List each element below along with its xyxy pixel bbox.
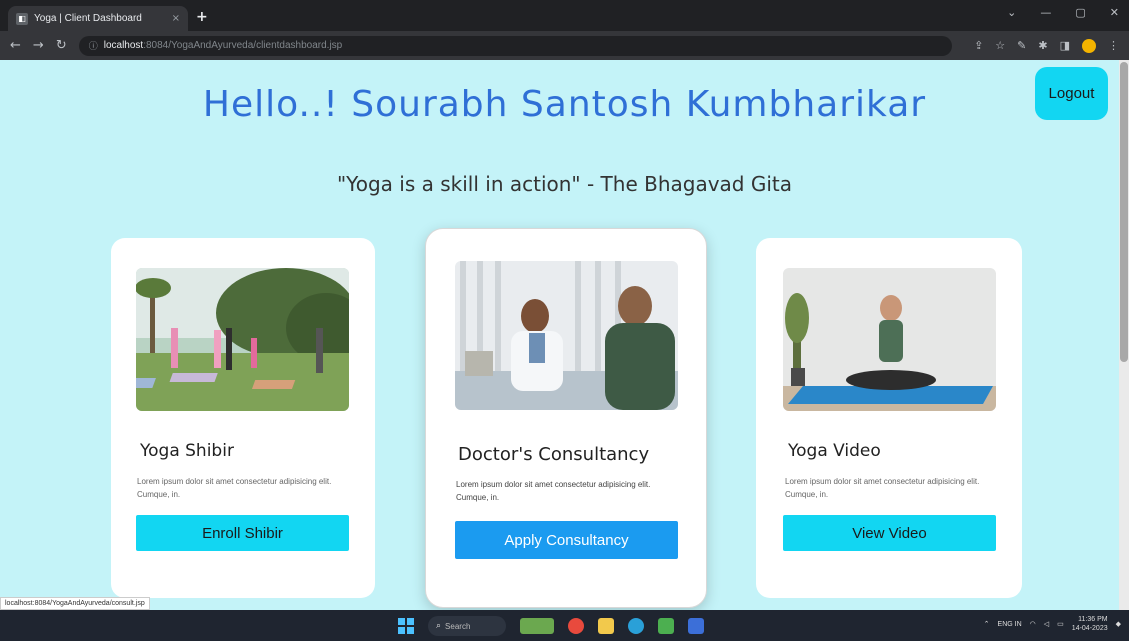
- browser-tab-bar: ◧ Yoga | Client Dashboard × + ⌄ — ▢ ✕: [0, 0, 1129, 31]
- maximize-icon[interactable]: ▢: [1075, 6, 1085, 19]
- reload-icon[interactable]: ↻: [56, 38, 67, 53]
- taskbar-apps: ⌕ Search: [398, 616, 704, 636]
- doctor-consultancy-image: [455, 261, 678, 410]
- card-description: Lorem ipsum dolor sit amet consectetur a…: [785, 477, 980, 499]
- puzzle-extension-icon[interactable]: ✱: [1038, 39, 1047, 52]
- url-host: localhost: [103, 40, 144, 51]
- url-path: :8084/YogaAndAyurveda/clientdashboard.js…: [143, 40, 343, 51]
- quote-text: "Yoga is a skill in action" - The Bhagav…: [336, 172, 793, 196]
- search-icon: ⌕: [436, 621, 442, 631]
- windows-start-icon[interactable]: [398, 618, 414, 634]
- favicon-icon: ◧: [16, 12, 28, 25]
- sidepanel-icon[interactable]: ◨: [1060, 39, 1070, 52]
- card-title: Yoga Shibir: [140, 441, 234, 461]
- battery-icon[interactable]: ▭: [1057, 620, 1064, 628]
- tab-search-icon[interactable]: ⌄: [1007, 6, 1016, 19]
- link-status-url: localhost:8084/YogaAndAyurveda/consult.j…: [0, 597, 150, 610]
- widget-app-icon[interactable]: [520, 618, 554, 634]
- apply-consultancy-button[interactable]: Apply Consultancy: [455, 521, 678, 559]
- taskbar-clock[interactable]: 11:36 PM 14-04-2023: [1072, 615, 1108, 633]
- menu-dots-icon[interactable]: ⋮: [1108, 39, 1119, 52]
- close-window-icon[interactable]: ✕: [1110, 6, 1119, 19]
- logout-button[interactable]: Logout: [1035, 67, 1108, 120]
- minimize-icon[interactable]: —: [1040, 6, 1051, 19]
- windows-taskbar: ⌕ Search ⌃ ENG IN ◠ ◁ ▭ 11:36 PM 14-04-2…: [0, 610, 1129, 641]
- greeting-heading: Hello..! Sourabh Santosh Kumbharikar: [202, 84, 927, 125]
- url-text: localhost:8084/YogaAndAyurveda/clientdas…: [104, 40, 343, 51]
- scrollbar-thumb[interactable]: [1120, 62, 1128, 362]
- pencil-extension-icon[interactable]: ✎: [1017, 39, 1026, 52]
- file-explorer-icon[interactable]: [598, 618, 614, 634]
- chrome-browser-icon[interactable]: [658, 618, 674, 634]
- new-tab-button[interactable]: +: [196, 9, 208, 25]
- system-tray: ⌃ ENG IN ◠ ◁ ▭ 11:36 PM 14-04-2023 ◆: [984, 615, 1121, 633]
- yoga-video-image: [783, 268, 996, 411]
- card-yoga-video: Yoga Video Lorem ipsum dolor sit amet co…: [756, 238, 1022, 598]
- page-scrollbar[interactable]: [1119, 60, 1129, 610]
- tab-title: Yoga | Client Dashboard: [34, 13, 142, 24]
- tab-close-icon[interactable]: ×: [172, 13, 180, 24]
- extension-icons: ⇪ ☆ ✎ ✱ ◨ ⋮: [974, 38, 1119, 53]
- enroll-shibir-button[interactable]: Enroll Shibir: [136, 515, 349, 551]
- chevron-up-icon[interactable]: ⌃: [984, 620, 990, 628]
- card-title: Doctor's Consultancy: [458, 444, 650, 465]
- dashboard-page: Hello..! Sourabh Santosh Kumbharikar Log…: [0, 60, 1129, 610]
- info-icon[interactable]: ⓘ: [89, 39, 98, 52]
- view-video-button[interactable]: View Video: [783, 515, 996, 551]
- edge-browser-icon[interactable]: [628, 618, 644, 634]
- address-toolbar: ← → ↻ ⓘ localhost:8084/YogaAndAyurveda/c…: [0, 31, 1129, 60]
- shield-app-icon[interactable]: [688, 618, 704, 634]
- bookmark-star-icon[interactable]: ☆: [995, 39, 1005, 52]
- card-title: Yoga Video: [788, 441, 881, 461]
- taskbar-search-label: Search: [445, 621, 471, 631]
- profile-avatar[interactable]: [1082, 38, 1096, 53]
- back-icon[interactable]: ←: [10, 38, 21, 53]
- volume-icon[interactable]: ◁: [1044, 620, 1049, 628]
- share-icon[interactable]: ⇪: [974, 39, 983, 52]
- card-description: Lorem ipsum dolor sit amet consectetur a…: [137, 477, 332, 499]
- notification-icon[interactable]: ◆: [1116, 620, 1121, 628]
- record-app-icon[interactable]: [568, 618, 584, 634]
- wifi-icon[interactable]: ◠: [1030, 620, 1036, 628]
- yoga-shibir-image: [136, 268, 349, 411]
- language-indicator[interactable]: ENG IN: [998, 621, 1022, 628]
- browser-tab[interactable]: ◧ Yoga | Client Dashboard ×: [8, 6, 188, 31]
- card-doctors-consultancy: Doctor's Consultancy Lorem ipsum dolor s…: [425, 228, 707, 608]
- card-description: Lorem ipsum dolor sit amet consectetur a…: [456, 480, 651, 502]
- taskbar-search[interactable]: ⌕ Search: [428, 616, 506, 636]
- window-controls: ⌄ — ▢ ✕: [1007, 6, 1119, 19]
- card-yoga-shibir: Yoga Shibir Lorem ipsum dolor sit amet c…: [111, 238, 375, 598]
- url-bar[interactable]: ⓘ localhost:8084/YogaAndAyurveda/clientd…: [78, 35, 953, 56]
- clock-time: 11:36 PM: [1078, 616, 1108, 623]
- forward-icon[interactable]: →: [33, 38, 44, 53]
- clock-date: 14-04-2023: [1071, 625, 1108, 632]
